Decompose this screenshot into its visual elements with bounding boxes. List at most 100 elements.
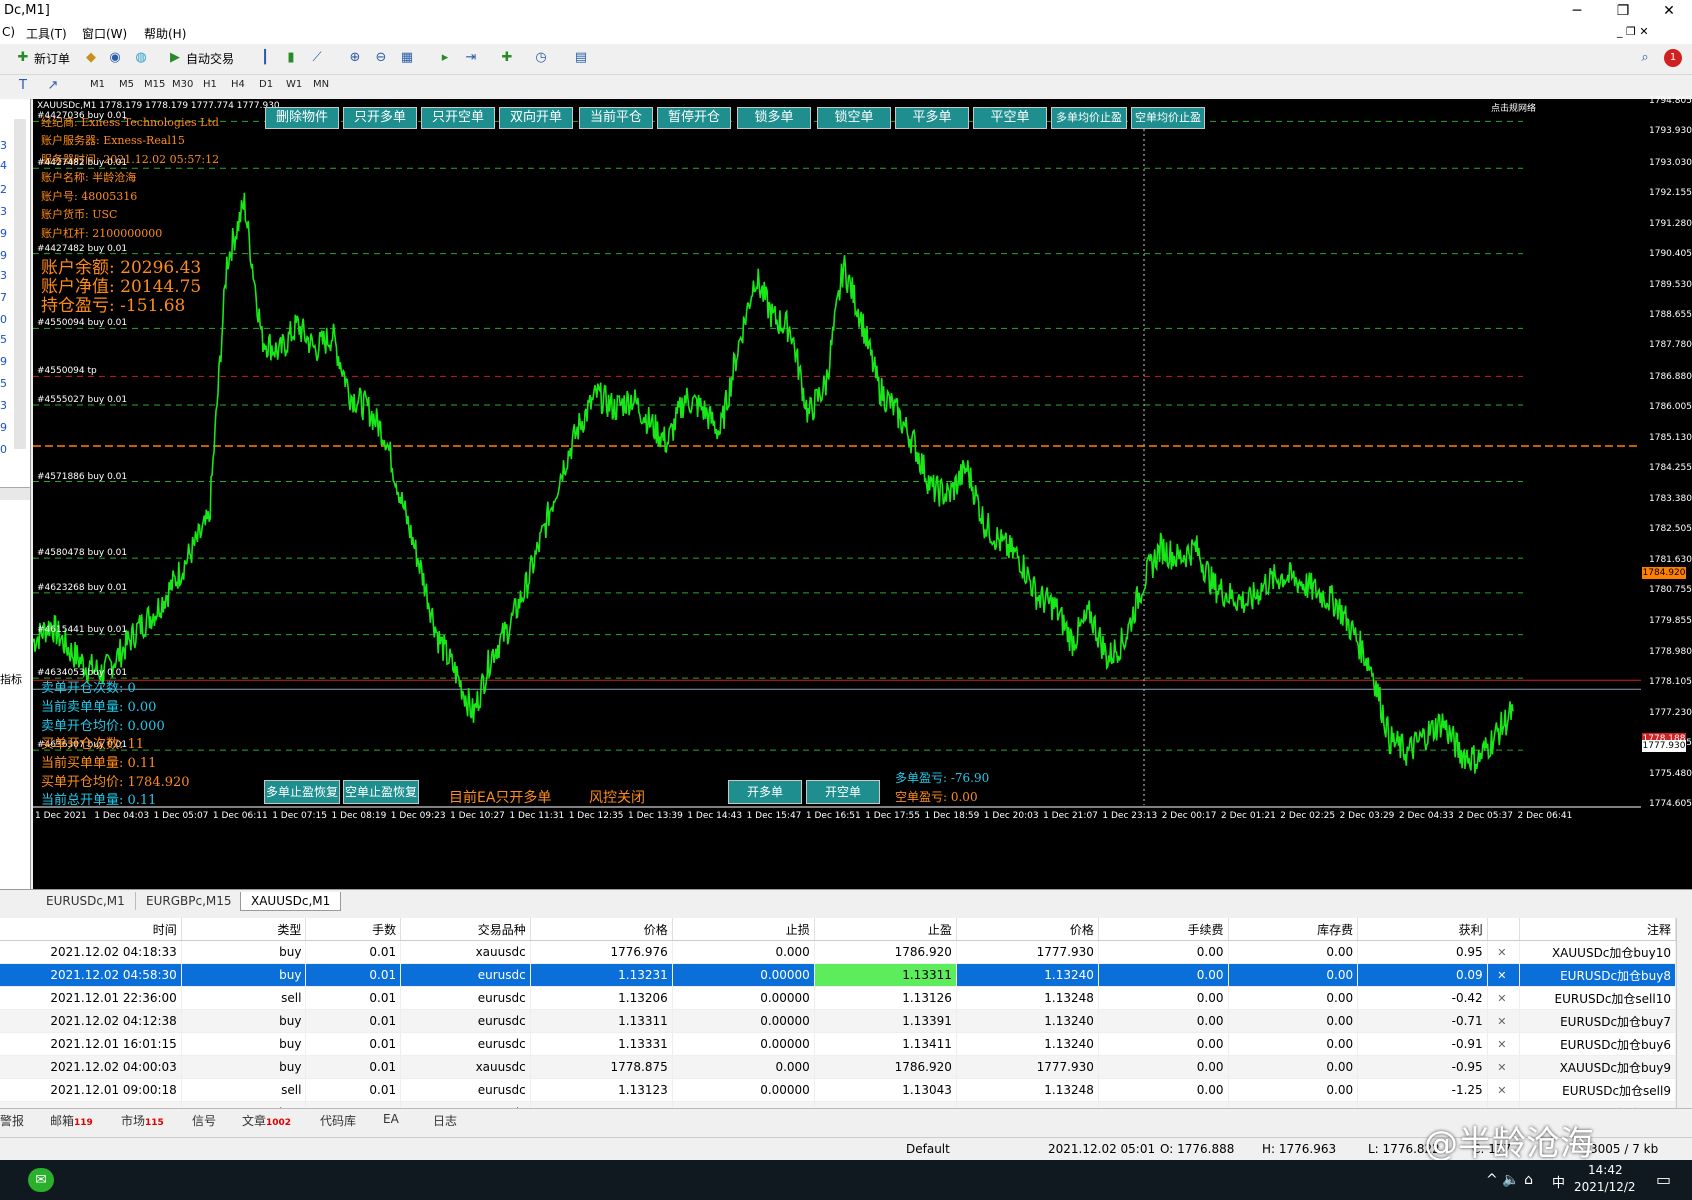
table-scrollbar[interactable] <box>1676 918 1692 1108</box>
indicators-icon[interactable]: ✚ <box>498 49 516 67</box>
zoom-in-icon[interactable]: ⊕ <box>346 49 364 67</box>
close-current-button[interactable]: 当前平仓 <box>579 107 653 129</box>
tf-w1[interactable]: W1 <box>286 79 302 90</box>
toolbox-tab[interactable]: 邮箱119 <box>50 1112 93 1129</box>
tab-eurgbpc-m15[interactable]: EURGBPc,M15 <box>136 892 243 910</box>
text-tool-icon[interactable]: T <box>14 77 32 95</box>
column-header[interactable]: 交易品种 <box>400 918 531 941</box>
menu-item-chart[interactable]: C) <box>2 25 15 39</box>
maximize-button[interactable]: ❐ <box>1600 0 1646 22</box>
close-order-icon[interactable]: ✕ <box>1497 946 1506 959</box>
close-order-icon[interactable]: ✕ <box>1497 1084 1506 1097</box>
toolbox-tab[interactable]: 文章1002 <box>242 1112 291 1129</box>
both-sides-button[interactable]: 双向开单 <box>499 107 573 129</box>
chart-shift-icon[interactable]: ⇥ <box>462 49 480 67</box>
column-header[interactable]: 止盈 <box>814 918 957 941</box>
close-buy-button[interactable]: 平多单 <box>895 107 969 129</box>
autoscroll-icon[interactable]: ▸ <box>436 49 454 67</box>
auto-trade-button[interactable]: 自动交易 <box>182 48 238 70</box>
line-chart-icon[interactable]: ⟋ <box>308 49 326 67</box>
toolbox-tab[interactable]: 警报 <box>0 1112 24 1129</box>
toolbox-tab[interactable]: EA <box>383 1112 399 1126</box>
column-header[interactable]: 止损 <box>672 918 815 941</box>
sell-tp-restore-button[interactable]: 空单止盈恢复 <box>343 780 419 804</box>
price-chart[interactable]: XAUUSDc,M1 1778.179 1778.179 1777.774 17… <box>33 99 1641 889</box>
delete-objects-button[interactable]: 删除物件 <box>265 107 339 129</box>
close-order-icon[interactable]: ✕ <box>1497 992 1506 1005</box>
search-icon[interactable]: ⌕ <box>1636 49 1654 67</box>
profile-icon[interactable]: ◉ <box>106 49 124 67</box>
tf-h4[interactable]: H4 <box>231 79 245 90</box>
only-sell-button[interactable]: 只开空单 <box>421 107 495 129</box>
arrow-tool-icon[interactable]: ↗ <box>44 77 62 95</box>
column-header[interactable]: 库存费 <box>1228 918 1359 941</box>
menu-item-tools[interactable]: 工具(T) <box>26 25 67 42</box>
pause-open-button[interactable]: 暂停开仓 <box>657 107 731 129</box>
lock-sell-button[interactable]: 锁空单 <box>817 107 891 129</box>
notification-center-icon[interactable]: ▭ <box>1656 1170 1671 1189</box>
close-order-icon[interactable]: ✕ <box>1497 1015 1506 1028</box>
column-header[interactable]: 时间 <box>0 918 182 941</box>
open-buy-button[interactable]: 开多单 <box>728 780 802 804</box>
close-order-icon[interactable]: ✕ <box>1497 1061 1506 1074</box>
close-sell-button[interactable]: 平空单 <box>973 107 1047 129</box>
ime-indicator[interactable]: 中 <box>1552 1172 1565 1191</box>
column-header[interactable]: 类型 <box>181 918 307 941</box>
column-header[interactable]: 手续费 <box>1098 918 1229 941</box>
close-order-icon[interactable]: ✕ <box>1497 969 1506 982</box>
periods-icon[interactable]: ◷ <box>532 49 550 67</box>
open-sell-button[interactable]: 开空单 <box>806 780 880 804</box>
lock-buy-button[interactable]: 锁多单 <box>737 107 811 129</box>
minimize-button[interactable]: ─ <box>1554 0 1600 22</box>
buy-tp-restore-button[interactable]: 多单止盈恢复 <box>264 780 340 804</box>
tf-m1[interactable]: M1 <box>90 79 105 90</box>
tray-icons[interactable]: ^ 🔈 ⌂ <box>1486 1172 1533 1188</box>
table-row[interactable]: 2021.12.02 04:58:30 buy 0.01 eurusdc 1.13231… <box>0 963 1676 987</box>
wechat-icon[interactable]: ✉ <box>28 1168 54 1192</box>
globe-icon[interactable]: ◍ <box>132 49 150 67</box>
column-header[interactable]: 价格 <box>530 918 673 941</box>
column-header[interactable]: 手数 <box>305 918 402 941</box>
templates-icon[interactable]: ▤ <box>572 49 590 67</box>
toolbox-tab[interactable]: 日志 <box>433 1112 457 1129</box>
column-header[interactable]: 注释 <box>1519 918 1676 941</box>
toolbox-tab[interactable]: 信号 <box>192 1112 216 1129</box>
column-header[interactable]: 获利 <box>1357 918 1488 941</box>
tf-m15[interactable]: M15 <box>144 79 165 90</box>
table-row[interactable]: 2021.12.02 04:12:38 buy 0.01 eurusdc 1.13311… <box>0 1009 1676 1033</box>
table-row[interactable]: 2021.12.01 22:36:00 sell 0.01 eurusdc 1.1320… <box>0 986 1676 1010</box>
toolbox-tab[interactable]: 市场115 <box>121 1112 164 1129</box>
bar-chart-icon[interactable]: ┃ <box>256 49 274 67</box>
tf-m30[interactable]: M30 <box>172 79 193 90</box>
menu-item-window[interactable]: 窗口(W) <box>82 25 127 42</box>
column-header[interactable]: 价格 <box>956 918 1099 941</box>
tf-m5[interactable]: M5 <box>119 79 134 90</box>
scrollbar[interactable] <box>14 119 26 449</box>
table-row[interactable]: 2021.12.01 16:01:15 buy 0.01 eurusdc 1.13331… <box>0 1032 1676 1056</box>
tf-d1[interactable]: D1 <box>259 79 273 90</box>
only-buy-button[interactable]: 只开多单 <box>343 107 417 129</box>
tf-mn[interactable]: MN <box>313 79 329 90</box>
folder-icon[interactable]: ◆ <box>82 49 100 67</box>
notification-badge[interactable]: 1 <box>1664 49 1682 67</box>
time-tick-label: 1 Dec 15:47 <box>746 811 802 821</box>
candle-chart-icon[interactable]: ▮ <box>282 49 300 67</box>
sell-avg-tp-button[interactable]: 空单均价止盈 <box>1131 107 1205 129</box>
tab-xauusdc-m1[interactable]: XAUUSDc,M1 <box>240 892 342 911</box>
new-order-button[interactable]: 新订单 <box>30 48 74 70</box>
restore-child-icon[interactable]: _ ❐ ✕ <box>1617 25 1649 38</box>
tf-h1[interactable]: H1 <box>203 79 217 90</box>
close-button[interactable]: ✕ <box>1646 0 1692 22</box>
table-cell: 0.00 <box>1228 1032 1359 1056</box>
table-row[interactable]: 2021.12.01 09:00:18 sell 0.01 eurusdc 1.1312… <box>0 1078 1676 1102</box>
toolbox-tab[interactable]: 代码库 <box>320 1112 356 1129</box>
zoom-out-icon[interactable]: ⊖ <box>372 49 390 67</box>
table-row[interactable]: 2021.12.02 04:00:03 buy 0.01 xauusdc 1778.87… <box>0 1055 1676 1079</box>
table-row[interactable]: 2021.12.02 04:18:33 buy 0.01 xauusdc 1776.97… <box>0 940 1676 964</box>
tab-eurusdc-m1[interactable]: EURUSDc,M1 <box>36 892 136 910</box>
order-label: #4427036 buy 0.01 <box>37 111 128 122</box>
menu-item-help[interactable]: 帮助(H) <box>144 25 186 42</box>
tile-windows-icon[interactable]: ▦ <box>398 49 416 67</box>
close-order-icon[interactable]: ✕ <box>1497 1038 1506 1051</box>
buy-avg-tp-button[interactable]: 多单均价止盈 <box>1051 107 1127 129</box>
